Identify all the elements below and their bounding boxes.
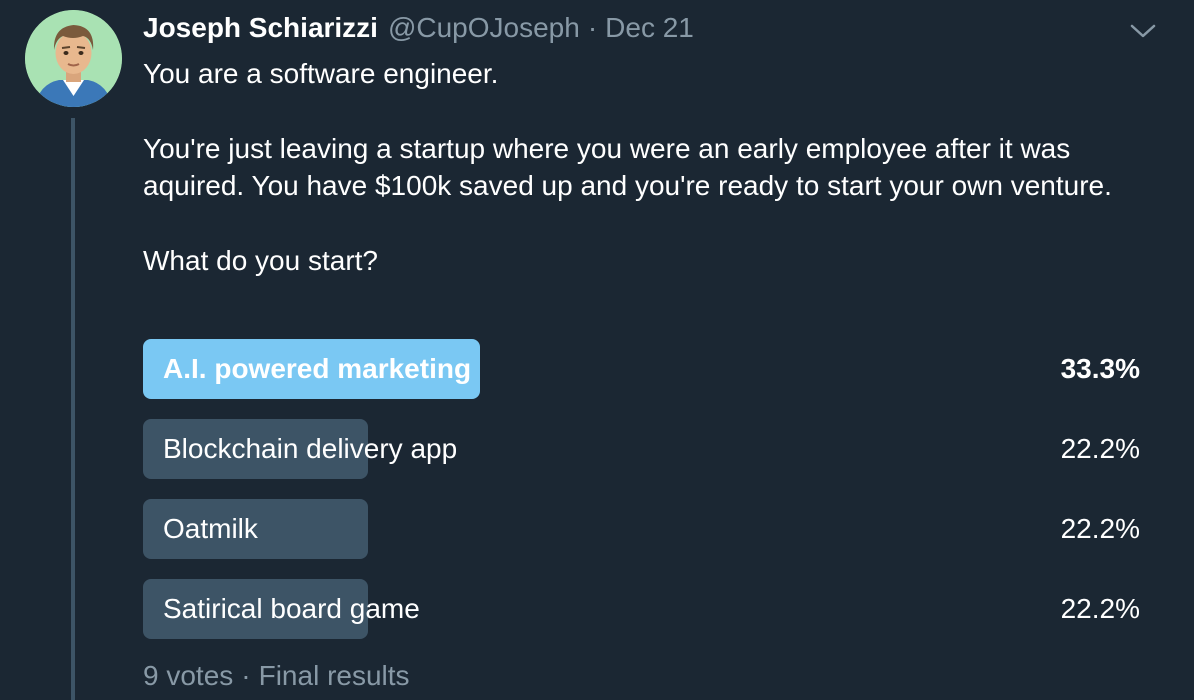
poll-option-percent: 22.2% xyxy=(1060,433,1140,464)
tweet: Joseph Schiarizzi @CupOJoseph · Dec 21 Y… xyxy=(0,0,1194,700)
poll-status: Final results xyxy=(258,660,410,691)
thread-line xyxy=(71,118,75,700)
poll-option: Oatmilk 22.2% xyxy=(143,499,1143,559)
poll: A.I. powered marketing 33.3% Blockchain … xyxy=(143,339,1143,659)
poll-option: Blockchain delivery app 22.2% xyxy=(143,419,1143,479)
tweet-paragraph: You're just leaving a startup where you … xyxy=(143,133,1112,201)
poll-footer: 9 votes · Final results xyxy=(143,660,410,692)
header-separator: · xyxy=(587,12,598,43)
poll-option-label: Oatmilk xyxy=(163,513,258,544)
tweet-paragraph: What do you start? xyxy=(143,245,379,276)
poll-vote-count: 9 votes xyxy=(143,660,234,691)
avatar[interactable] xyxy=(25,10,122,107)
tweet-paragraph: You are a software engineer. xyxy=(143,58,499,89)
tweet-date[interactable]: Dec 21 xyxy=(605,12,694,44)
poll-option-percent: 33.3% xyxy=(1060,353,1140,384)
chevron-down-icon[interactable] xyxy=(1128,20,1158,42)
poll-option-label: A.I. powered marketing xyxy=(163,353,472,384)
poll-footer-separator: · xyxy=(241,660,251,691)
poll-option: A.I. powered marketing 33.3% xyxy=(143,339,1143,399)
poll-option-percent: 22.2% xyxy=(1060,593,1140,624)
tweet-header: Joseph Schiarizzi @CupOJoseph · Dec 21 xyxy=(143,12,694,48)
author-name[interactable]: Joseph Schiarizzi xyxy=(143,12,378,44)
author-handle[interactable]: @CupOJoseph xyxy=(388,12,580,44)
poll-option-label: Satirical board game xyxy=(163,593,420,624)
poll-option-label: Blockchain delivery app xyxy=(163,433,458,464)
poll-option: Satirical board game 22.2% xyxy=(143,579,1143,639)
avatar-illustration xyxy=(25,10,122,107)
tweet-text: You are a software engineer. You're just… xyxy=(143,55,1173,317)
poll-option-percent: 22.2% xyxy=(1060,513,1140,544)
